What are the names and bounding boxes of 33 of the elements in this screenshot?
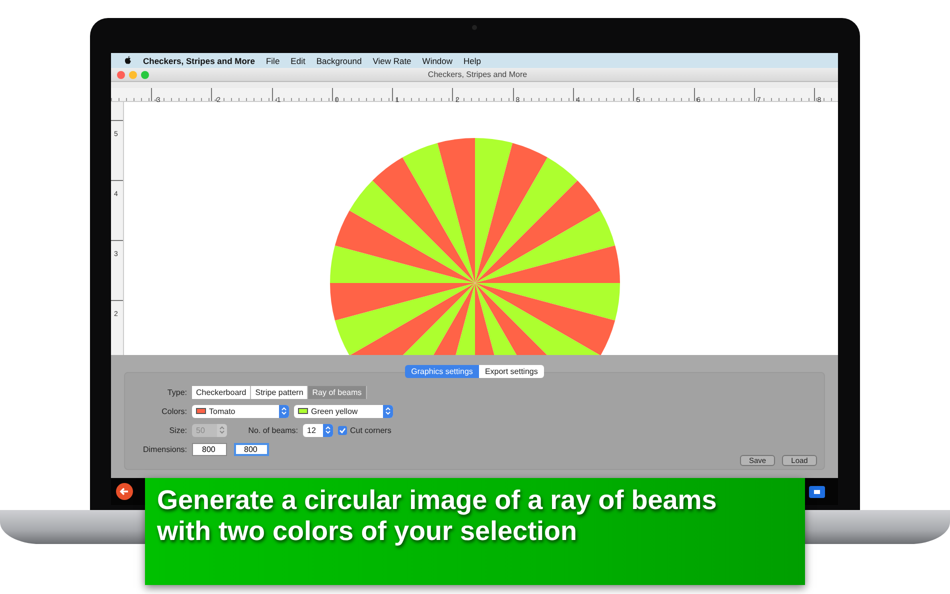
cut-corners-label: Cut corners: [350, 426, 392, 434]
dimension-field[interactable]: 800: [192, 442, 227, 456]
close-icon[interactable]: [117, 70, 125, 78]
color-select[interactable]: Green yellow: [294, 404, 393, 418]
menu-item[interactable]: View Rate: [372, 56, 412, 66]
stepper-arrows-icon: [219, 426, 225, 434]
cut-corners-checkbox[interactable]: [338, 426, 347, 434]
color-select[interactable]: Tomato: [192, 404, 289, 418]
menu-item[interactable]: Help: [464, 56, 482, 66]
menu-item[interactable]: Window: [422, 56, 453, 66]
size-label: Size:: [168, 426, 187, 434]
menu-item[interactable]: Background: [316, 56, 362, 66]
dimension-field[interactable]: 800: [234, 442, 269, 456]
menu-item[interactable]: File: [266, 56, 280, 66]
type-segment[interactable]: Checkerboard: [192, 386, 252, 398]
type-label: Type:: [166, 388, 187, 396]
app-name: Checkers, Stripes and More: [143, 56, 255, 66]
banner-text: Generate a circular image of a ray of beams: [157, 485, 717, 516]
banner-text: with two colors of your selection: [157, 516, 578, 547]
type-segment[interactable]: Stripe pattern: [251, 386, 308, 398]
window-icon[interactable]: [809, 486, 825, 498]
colors-label: Colors:: [160, 406, 187, 416]
beams-select[interactable]: 12: [303, 424, 333, 436]
beams-label: No. of beams:: [247, 426, 298, 434]
settings-tab[interactable]: Export settings: [478, 365, 544, 378]
stepper-arrows-icon: [281, 407, 287, 415]
window-title: Checkers, Stripes and More: [426, 70, 528, 79]
apple-icon: [124, 56, 132, 65]
dimensions-label: Dimensions:: [142, 444, 187, 454]
menu-item[interactable]: Edit: [290, 56, 306, 66]
settings-tab[interactable]: Graphics settings: [405, 365, 479, 378]
stepper-arrows-icon: [325, 426, 331, 434]
stepper-arrows-icon: [385, 407, 391, 415]
